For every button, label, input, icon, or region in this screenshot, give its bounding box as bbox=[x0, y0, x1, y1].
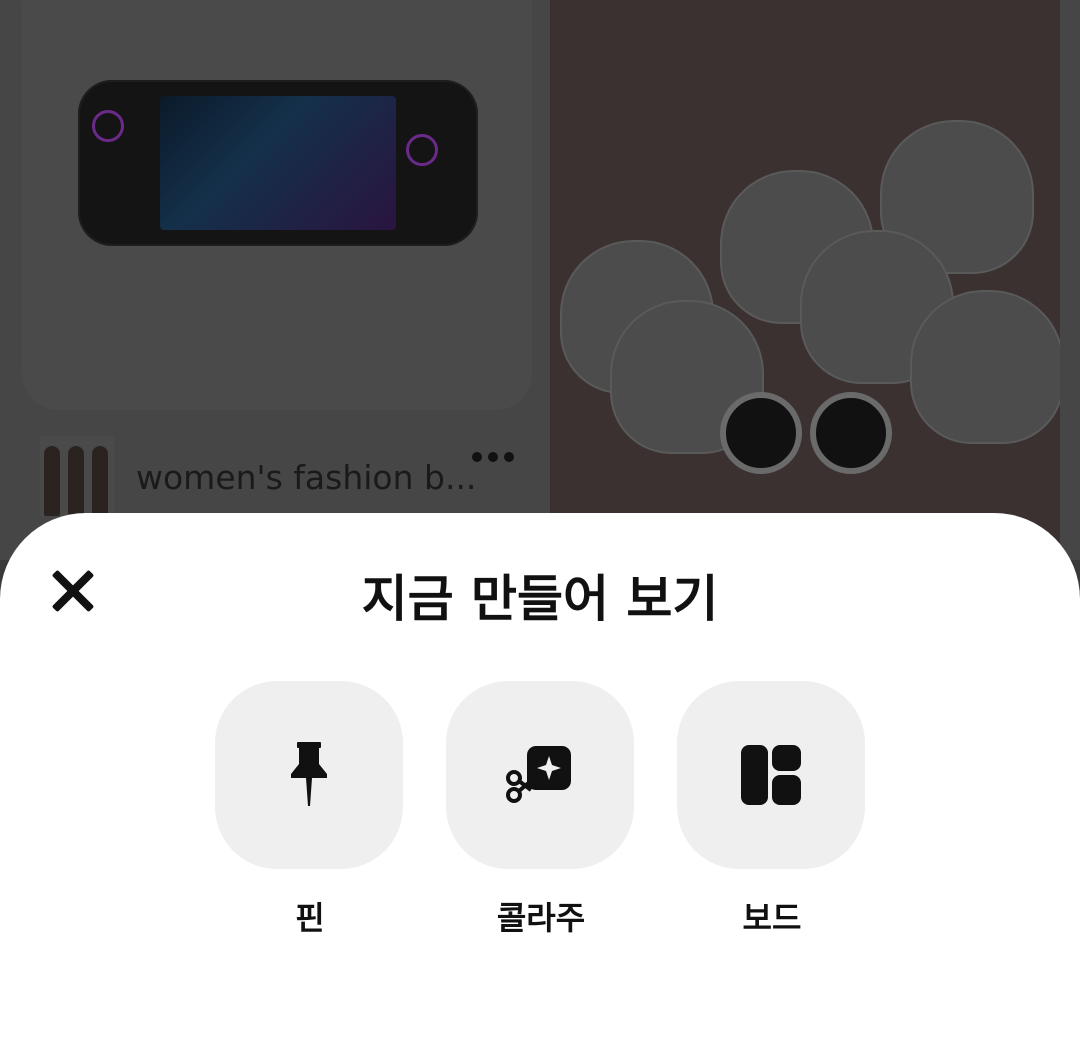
pin-meta-row: women's fashion b... bbox=[40, 432, 540, 516]
board-avatar[interactable] bbox=[40, 436, 114, 516]
cat-figure bbox=[910, 290, 1060, 444]
console-ring-left bbox=[92, 110, 124, 142]
pin-card-game-console[interactable] bbox=[22, 0, 532, 410]
screen: women's fashion b... 지금 만들어 보기 핀 콜라주 보드 bbox=[0, 0, 1080, 1043]
create-pin-button[interactable]: 핀 bbox=[215, 681, 405, 939]
background-feed: women's fashion b... bbox=[0, 0, 1080, 560]
sheet-title: 지금 만들어 보기 bbox=[361, 570, 719, 628]
board-name[interactable]: women's fashion b... bbox=[136, 458, 476, 497]
create-bottom-sheet: 지금 만들어 보기 핀 콜라주 보드 bbox=[0, 513, 1080, 1043]
game-console-image bbox=[78, 80, 478, 246]
console-screen bbox=[160, 96, 396, 230]
board-grid-icon bbox=[741, 745, 801, 805]
girl-with-glasses bbox=[720, 392, 900, 474]
create-collage-label: 콜라주 bbox=[496, 899, 586, 937]
pin-card-cats-illustration[interactable] bbox=[550, 0, 1060, 560]
create-collage-button[interactable]: 콜라주 bbox=[446, 681, 636, 939]
console-ring-right bbox=[406, 134, 438, 166]
scissors-sparkle-icon bbox=[506, 746, 571, 803]
pushpin-icon bbox=[291, 742, 327, 806]
more-icon[interactable] bbox=[470, 452, 518, 464]
create-board-button[interactable]: 보드 bbox=[677, 681, 867, 939]
create-board-tile[interactable] bbox=[677, 681, 865, 869]
create-pin-label: 핀 bbox=[295, 899, 325, 937]
create-board-label: 보드 bbox=[742, 899, 802, 937]
create-pin-tile[interactable] bbox=[215, 681, 403, 869]
create-collage-tile[interactable] bbox=[446, 681, 634, 869]
